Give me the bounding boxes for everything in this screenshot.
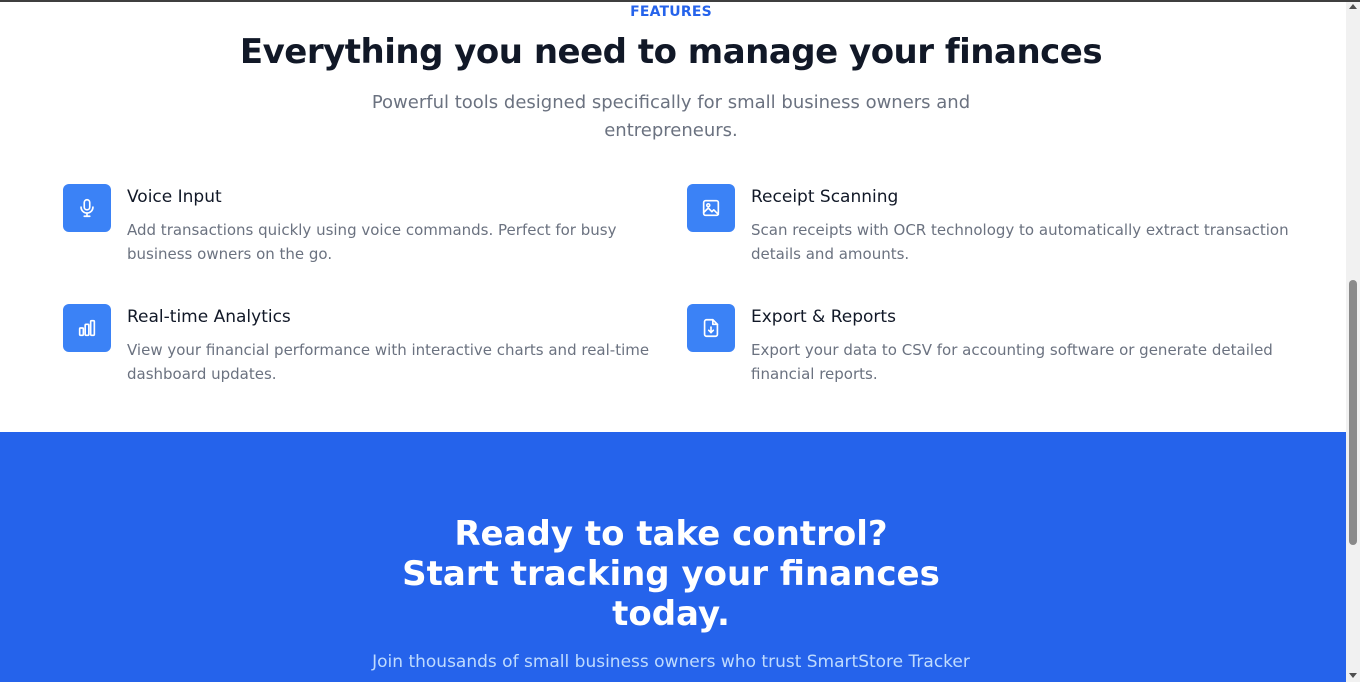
cta-title-line: today.: [612, 594, 730, 634]
features-section: FEATURES Everything you need to manage y…: [0, 0, 1346, 432]
cta-title: Ready to take control? Start tracking yo…: [371, 514, 971, 634]
feature-title: Receipt Scanning: [751, 187, 899, 207]
feature-description: Export your data to CSV for accounting s…: [751, 341, 1273, 383]
feature-description: View your financial performance with int…: [127, 341, 650, 383]
scrollbar-thumb[interactable]: [1349, 280, 1357, 545]
feature-export-reports: Export & Reports Export your data to CSV…: [687, 304, 1273, 404]
window-top-border: [0, 0, 1360, 2]
cta-title-line: Ready to take control?: [454, 514, 888, 554]
features-eyebrow: FEATURES: [630, 4, 712, 20]
feature-real-time-analytics: Real-time Analytics View your financial …: [63, 304, 649, 404]
page: FEATURES Everything you need to manage y…: [0, 0, 1346, 682]
file-download-icon: [687, 304, 735, 352]
bar-chart-icon: [63, 304, 111, 352]
features-subheadline: Powerful tools designed specifically for…: [371, 92, 971, 141]
scroll-up-arrow-icon[interactable]: [1349, 4, 1357, 9]
image-icon: [687, 184, 735, 232]
feature-title: Voice Input: [127, 187, 222, 207]
features-headline: Everything you need to manage your finan…: [239, 32, 1103, 72]
feature-description: Scan receipts with OCR technology to aut…: [751, 221, 1289, 263]
cta-title-line: Start tracking your finances: [402, 554, 940, 594]
cta-subtitle: Join thousands of small business owners …: [372, 652, 970, 682]
feature-title: Export & Reports: [751, 307, 896, 327]
microphone-icon: [63, 184, 111, 232]
feature-description: Add transactions quickly using voice com…: [127, 221, 617, 263]
feature-receipt-scanning: Receipt Scanning Scan receipts with OCR …: [687, 184, 1289, 284]
cta-section: Ready to take control? Start tracking yo…: [0, 432, 1346, 682]
feature-title: Real-time Analytics: [127, 307, 291, 327]
vertical-scrollbar[interactable]: [1346, 0, 1360, 682]
scroll-down-arrow-icon[interactable]: [1349, 673, 1357, 678]
feature-voice-input: Voice Input Add transactions quickly usi…: [63, 184, 643, 284]
